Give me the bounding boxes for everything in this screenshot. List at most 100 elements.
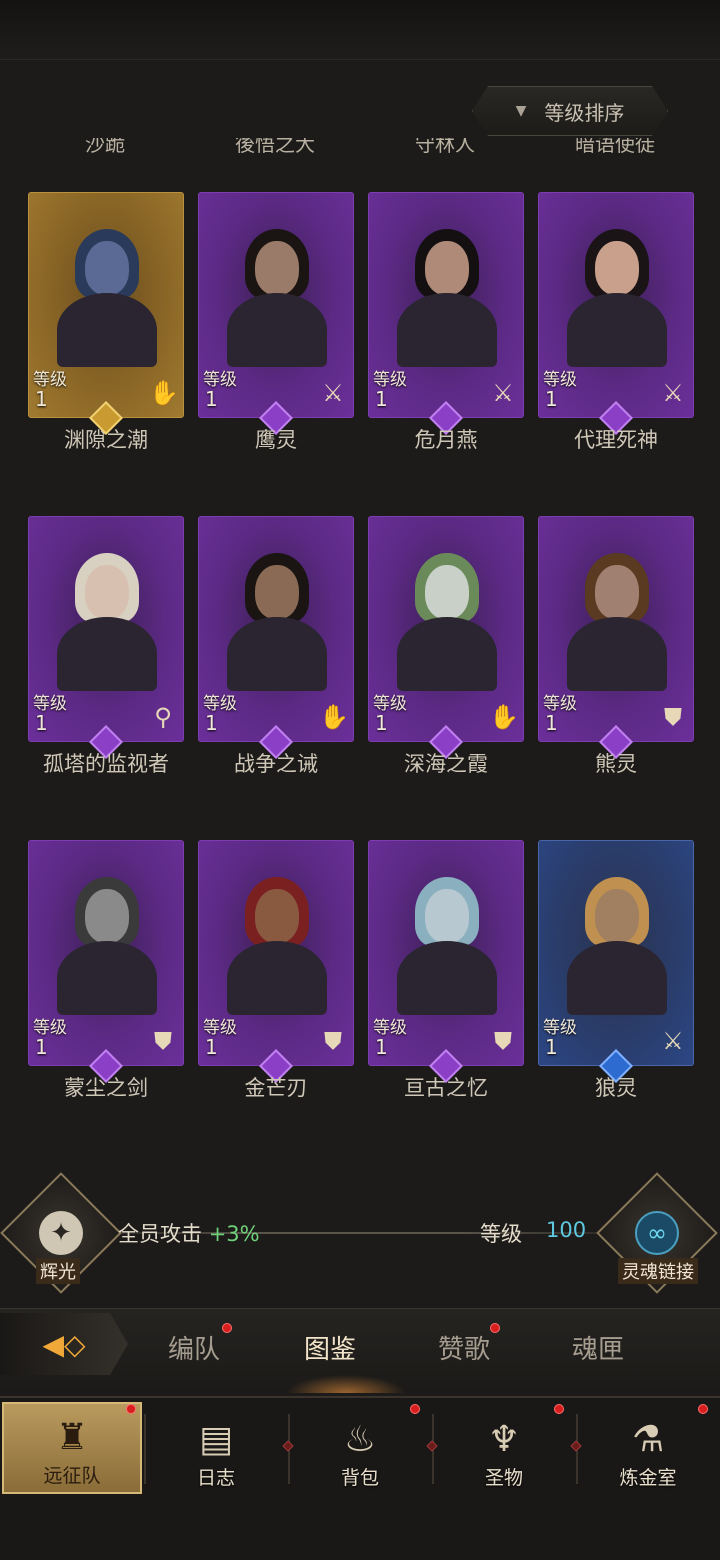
sword-icon: ⚔ [662, 379, 684, 407]
soul-link-level-value: 100 [546, 1218, 587, 1242]
back-button[interactable]: ◀◇ [0, 1313, 128, 1375]
nav-expedition[interactable]: ♜ 远征队 [2, 1402, 142, 1494]
shield-icon: ⛊ [154, 1027, 172, 1055]
shield-icon: ⛊ [324, 1027, 342, 1055]
portrait-head [255, 889, 299, 943]
hero-portrait [567, 547, 667, 691]
hero-card[interactable]: 等级 1 ⚔ 鹰灵 [198, 192, 354, 452]
tab-codex[interactable]: 图鉴 [304, 1329, 356, 1366]
level-value: 1 [35, 387, 48, 411]
nav-relics[interactable]: ♆ 圣物 [434, 1402, 574, 1494]
hero-card[interactable]: 等级 1 ✋ 深海之霞 [368, 516, 524, 776]
hero-card[interactable]: 等级 1 ⛊ 金芒刃 [198, 840, 354, 1100]
bonus-value: +3% [208, 1222, 260, 1246]
tab-hymns[interactable]: 赞歌 [438, 1329, 490, 1366]
hero-portrait-frame: 等级 1 ✋ [198, 516, 354, 742]
sort-by-level-button[interactable]: ▼ 等级排序 [472, 86, 668, 136]
nav-alchemy[interactable]: ⚗ 炼金室 [578, 1402, 718, 1494]
level-value: 1 [545, 1035, 558, 1059]
level-value: 1 [375, 1035, 388, 1059]
nav-label: 背包 [340, 1467, 379, 1489]
portrait-head [85, 241, 129, 295]
hero-portrait [227, 547, 327, 691]
hero-portrait-frame: 等级 1 ⚔ [538, 192, 694, 418]
sword-icon: ⚔ [662, 1027, 684, 1055]
hero-name: 孤塔的监视者 [43, 752, 169, 776]
staff-icon: ⚲ [154, 703, 172, 731]
hero-portrait-frame: 等级 1 ⚔ [538, 840, 694, 1066]
portrait-body [57, 617, 157, 691]
notification-dot [554, 1404, 564, 1414]
radiance-label: 辉光 [36, 1258, 80, 1284]
hero-portrait [57, 871, 157, 1015]
back-arrow-icon: ◀◇ [42, 1327, 86, 1361]
hero-portrait [227, 871, 327, 1015]
collection-bonus-bar: ✦ 辉光 全员攻击 +3% 等级 100 ∞ 灵魂链接 [0, 1172, 720, 1294]
soul-link-label: 灵魂链接 [618, 1258, 698, 1284]
level-value: 1 [205, 1035, 218, 1059]
hero-portrait [397, 547, 497, 691]
bottom-nav: ♜ 远征队 ▤ 日志 ♨ 背包 ♆ 圣物 ⚗ 炼金室 [0, 1396, 720, 1560]
portrait-head [255, 565, 299, 619]
hero-portrait-frame: 等级 1 ⛊ [28, 840, 184, 1066]
hero-name: 深海之霞 [404, 752, 488, 776]
hero-name: 鹰灵 [255, 428, 297, 452]
portrait-body [57, 941, 157, 1015]
portrait-head [85, 565, 129, 619]
nav-journal[interactable]: ▤ 日志 [146, 1402, 286, 1494]
hero-name: 战争之诫 [234, 752, 318, 776]
bonus-text: 全员攻击 [118, 1222, 202, 1246]
hero-card[interactable]: 等级 1 ⚲ 孤塔的监视者 [28, 516, 184, 776]
portrait-body [397, 293, 497, 367]
level-value: 1 [205, 711, 218, 735]
shield-icon: ⛊ [664, 703, 682, 731]
portrait-head [255, 241, 299, 295]
level-value: 1 [35, 1035, 48, 1059]
hero-card[interactable]: 等级 1 ⛊ 蒙尘之剑 [28, 840, 184, 1100]
soul-link-level-label: 等级 [480, 1222, 522, 1246]
shield-icon: ⛊ [494, 1027, 512, 1055]
level-value: 1 [545, 711, 558, 735]
cut-off-hero-name: 後悟之大 [235, 138, 315, 156]
alchemy-icon: ⚗ [631, 1418, 665, 1460]
hero-portrait [397, 871, 497, 1015]
hero-card[interactable]: 等级 1 ✋ 战争之诫 [198, 516, 354, 776]
cut-off-hero-name: 暗语使徒 [575, 138, 655, 156]
notification-dot [698, 1404, 708, 1414]
portrait-body [567, 941, 667, 1015]
level-value: 1 [375, 387, 388, 411]
hero-portrait-frame: 等级 1 ✋ [368, 516, 524, 742]
nav-label: 圣物 [484, 1467, 523, 1489]
hand-icon: ✋ [149, 379, 179, 407]
hero-card[interactable]: 等级 1 ⛊ 亘古之忆 [368, 840, 524, 1100]
portrait-body [397, 941, 497, 1015]
hero-card[interactable]: 等级 1 ✋ 渊隙之潮 [28, 192, 184, 452]
level-value: 1 [375, 711, 388, 735]
portrait-head [425, 889, 469, 943]
portrait-head [425, 241, 469, 295]
notification-dot [126, 1404, 136, 1414]
hero-name: 蒙尘之剑 [64, 1076, 148, 1100]
hero-card[interactable]: 等级 1 ⛊ 熊灵 [538, 516, 694, 776]
nav-backpack[interactable]: ♨ 背包 [290, 1402, 430, 1494]
hero-card[interactable]: 等级 1 ⚔ 危月燕 [368, 192, 524, 452]
level-value: 1 [205, 387, 218, 411]
backpack-icon: ♨ [343, 1418, 377, 1460]
active-tab-glow [286, 1375, 406, 1393]
tab-formation[interactable]: 编队 [168, 1329, 220, 1366]
bonus-description: 全员攻击 +3% [118, 1218, 260, 1248]
hero-card[interactable]: 等级 1 ⚔ 狼灵 [538, 840, 694, 1100]
notification-dot [410, 1404, 420, 1414]
scroll-icon: ▤ [198, 1418, 233, 1460]
hero-name: 渊隙之潮 [64, 428, 148, 452]
hero-card[interactable]: 等级 1 ⚔ 代理死神 [538, 192, 694, 452]
sword-emblem-icon: ✦ [38, 1211, 83, 1255]
hero-portrait [57, 547, 157, 691]
tab-soul-box[interactable]: 魂匣 [572, 1329, 624, 1366]
hero-portrait [567, 223, 667, 367]
hero-portrait [567, 871, 667, 1015]
hero-portrait [227, 223, 327, 367]
hero-name: 代理死神 [574, 428, 658, 452]
portrait-body [397, 617, 497, 691]
hero-name: 亘古之忆 [404, 1076, 488, 1100]
